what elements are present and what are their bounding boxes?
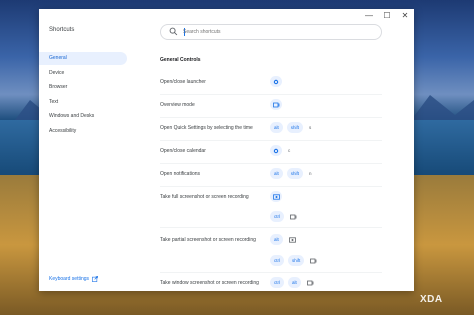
shortcut-keys: c	[270, 145, 292, 156]
screenshot-icon	[288, 236, 296, 243]
maximize-button[interactable]: ☐	[382, 11, 392, 21]
shortcut-row: Take window screenshot or screen recordi…	[160, 273, 382, 295]
close-button[interactable]: ✕	[400, 11, 410, 21]
shortcut-label: Overview mode	[160, 102, 195, 108]
search-icon	[169, 27, 178, 36]
overview-key	[270, 99, 282, 110]
overview-key	[288, 211, 299, 222]
shortcut-row: Open/close calendar c	[160, 141, 382, 164]
overview-icon	[310, 258, 317, 263]
app-title: Shortcuts	[49, 27, 75, 33]
shortcut-keys: alt shift n	[270, 168, 314, 179]
key-chip: alt	[288, 277, 301, 288]
key-chip: shift	[286, 122, 304, 133]
shortcut-keys	[270, 191, 282, 202]
sidebar-item-windows-and-desks[interactable]: Windows and Desks	[39, 110, 127, 123]
launcher-icon	[273, 79, 279, 84]
key-chip: alt	[270, 234, 283, 245]
key-chip: shift	[286, 168, 304, 179]
launcher-key	[270, 76, 282, 87]
shortcut-keys: ctrl alt	[270, 277, 316, 288]
sidebar-item-accessibility[interactable]: Accessibility	[39, 125, 127, 138]
shortcut-keys	[270, 99, 282, 110]
shortcut-label: Open/close launcher	[160, 79, 206, 85]
shortcut-label: Open notifications	[160, 171, 201, 177]
shortcut-label: Take full screenshot or screen recording	[160, 194, 249, 200]
shortcut-row: alt Take partial screenshot or screen re…	[160, 228, 382, 273]
shortcut-row: Overview mode	[160, 95, 382, 118]
xda-watermark: XDA	[420, 294, 443, 305]
sidebar-item-text[interactable]: Text	[39, 96, 127, 109]
screenshot-key	[287, 234, 298, 245]
shortcuts-window: — ☐ ✕ Shortcuts General Device Browser T…	[39, 9, 414, 291]
sidebar-item-browser[interactable]: Browser	[39, 81, 127, 94]
shortcut-row: Take full screenshot or screen recording…	[160, 187, 382, 228]
key-chip: s	[309, 125, 312, 130]
sidebar-item-device[interactable]: Device	[39, 67, 127, 80]
key-chip: ctrl	[270, 211, 284, 222]
key-chip: alt	[270, 122, 283, 133]
shortcut-keys: ctrl	[270, 211, 299, 222]
external-link-icon	[92, 276, 98, 282]
shortcut-keys	[270, 76, 282, 87]
key-chip: alt	[270, 168, 283, 179]
shortcut-keys: ctrl shift	[270, 255, 319, 266]
sidebar-item-general[interactable]: General	[39, 52, 127, 65]
overview-icon	[290, 214, 297, 219]
overview-icon	[272, 102, 279, 107]
overview-key	[308, 255, 319, 266]
shortcut-label: Open/close calendar	[160, 148, 206, 154]
launcher-icon	[273, 148, 279, 153]
key-chip: shift	[288, 255, 305, 266]
key-chip: n	[309, 171, 312, 176]
shortcut-keys: alt	[270, 234, 298, 245]
shortcut-row: Open Quick Settings by selecting the tim…	[160, 118, 382, 141]
screenshot-icon	[272, 193, 280, 200]
keyboard-settings-link[interactable]: Keyboard settings	[49, 276, 98, 282]
shortcut-keys: alt shift s	[270, 122, 313, 133]
search-input[interactable]	[183, 26, 363, 37]
key-chip: ctrl	[270, 255, 284, 266]
minimize-button[interactable]: —	[364, 11, 374, 21]
search-box[interactable]	[160, 24, 382, 40]
shortcut-label: Open Quick Settings by selecting the tim…	[160, 125, 253, 131]
screenshot-key	[270, 191, 282, 202]
shortcut-row: Open notifications alt shift n	[160, 164, 382, 187]
shortcuts-content: General Controls Open/close launcher Ove…	[160, 57, 382, 295]
window-controls: — ☐ ✕	[364, 11, 410, 21]
overview-icon	[306, 280, 314, 285]
shortcut-label: Take window screenshot or screen recordi…	[160, 280, 259, 286]
keyboard-settings-label: Keyboard settings	[49, 276, 90, 282]
section-title: General Controls	[160, 57, 201, 63]
shortcut-row: Open/close launcher	[160, 72, 382, 95]
key-chip: c	[288, 148, 291, 153]
key-chip: ctrl	[270, 277, 284, 288]
shortcut-label: Take partial screenshot or screen record…	[160, 237, 256, 243]
overview-key	[305, 277, 316, 288]
sidebar-nav: General Device Browser Text Windows and …	[39, 52, 127, 139]
launcher-key	[270, 145, 282, 156]
